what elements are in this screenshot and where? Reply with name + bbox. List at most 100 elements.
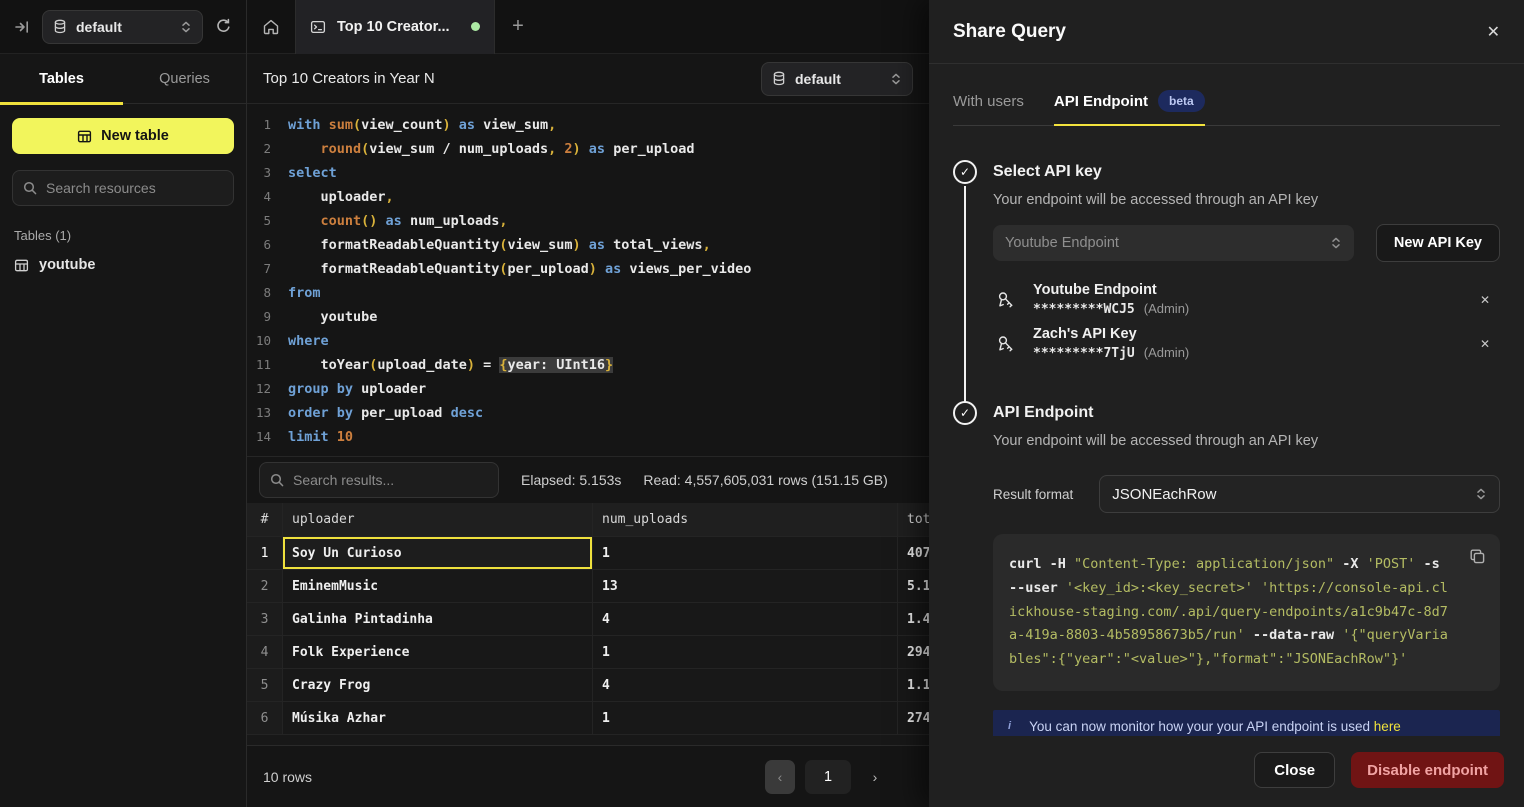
code-text: youtube — [288, 305, 377, 329]
table-grid-icon — [77, 129, 92, 144]
table-cell[interactable]: 1 — [593, 537, 898, 569]
select-api-key-description: Your endpoint will be accessed through a… — [993, 192, 1500, 208]
table-cell[interactable]: 4 — [593, 669, 898, 701]
previous-page-button[interactable]: ‹ — [765, 760, 795, 794]
result-format-select[interactable]: JSONEachRow — [1099, 475, 1500, 513]
chevron-updown-icon — [1475, 487, 1487, 501]
home-button[interactable] — [247, 0, 295, 54]
table-cell[interactable]: Folk Experience — [283, 636, 593, 668]
code-text: toYear(upload_date) = {year: UInt16} — [288, 353, 613, 377]
line-number: 7 — [247, 257, 271, 281]
database-selector[interactable]: default — [42, 10, 203, 44]
table-cell[interactable]: 294 — [898, 636, 929, 668]
line-number: 2 — [247, 137, 271, 161]
close-button[interactable]: Close — [1254, 752, 1335, 788]
share-panel-header: Share Query ✕ — [929, 0, 1524, 64]
table-cell[interactable]: Galinha Pintadinha — [283, 603, 593, 635]
table-cell[interactable]: 1 — [593, 636, 898, 668]
api-key-item: Youtube Endpoint *********WCJ5 (Admin) ✕ — [993, 279, 1500, 321]
terminal-icon — [310, 19, 326, 35]
results-footer: 10 rows ‹ 1 › — [247, 745, 929, 807]
line-number: 3 — [247, 161, 271, 185]
cell-value: 5.1 — [907, 579, 929, 594]
copy-icon[interactable] — [1469, 548, 1486, 565]
code-text: formatReadableQuantity(per_upload) as vi… — [288, 257, 751, 281]
remove-key-icon[interactable]: ✕ — [1472, 289, 1498, 311]
table-cell[interactable]: 13 — [593, 570, 898, 602]
table-cell[interactable]: 4 — [593, 603, 898, 635]
check-circle-icon: ✓ — [953, 401, 977, 425]
row-number: 4 — [247, 636, 283, 668]
cell-value: Músika Azhar — [292, 711, 386, 726]
code-text: where — [288, 329, 329, 353]
code-text: from — [288, 281, 321, 305]
table-cell[interactable]: EminemMusic — [283, 570, 593, 602]
table-cell[interactable]: 1.1 — [898, 669, 929, 701]
table-cell[interactable]: 1.4 — [898, 603, 929, 635]
result-format-value: JSONEachRow — [1112, 486, 1467, 503]
table-cell[interactable]: Músika Azhar — [283, 702, 593, 734]
remove-key-icon[interactable]: ✕ — [1472, 333, 1498, 355]
code-line: 12group by uploader — [247, 377, 929, 401]
table-cell[interactable]: 407 — [898, 537, 929, 569]
table-cell[interactable]: 5.1 — [898, 570, 929, 602]
new-api-key-button[interactable]: New API Key — [1376, 224, 1500, 262]
column-header-num-uploads[interactable]: num_uploads — [593, 503, 898, 536]
api-key-icon — [995, 333, 1017, 355]
share-panel-tabs: With users API Endpoint beta — [953, 90, 1500, 126]
new-table-label: New table — [101, 128, 169, 144]
tab-api-endpoint[interactable]: API Endpoint beta — [1054, 90, 1205, 125]
selected-cell[interactable]: Soy Un Curioso — [283, 537, 593, 569]
code-line: 13order by per_upload desc — [247, 401, 929, 425]
editor-database-selector[interactable]: default — [761, 62, 913, 96]
chevron-updown-icon — [890, 72, 902, 86]
column-header-index[interactable]: # — [247, 503, 283, 536]
disable-endpoint-button[interactable]: Disable endpoint — [1351, 752, 1504, 788]
sidebar-item-youtube-table[interactable]: youtube — [0, 251, 246, 279]
tab-with-users[interactable]: With users — [953, 90, 1024, 125]
cell-value: 407 — [907, 546, 929, 561]
code-line: 14limit 10 — [247, 425, 929, 449]
chevron-left-icon: ‹ — [778, 769, 783, 785]
row-number: 1 — [247, 537, 283, 569]
table-cell[interactable]: 274 — [898, 702, 929, 734]
api-key-select[interactable]: Youtube Endpoint — [993, 225, 1354, 261]
refresh-icon[interactable] — [215, 18, 232, 35]
tab-api-endpoint-label: API Endpoint — [1054, 93, 1148, 110]
cell-value: 1 — [602, 645, 610, 660]
cell-value: Folk Experience — [292, 645, 409, 660]
results-search-input[interactable] — [293, 472, 488, 488]
code-line: 8from — [247, 281, 929, 305]
new-tab-button[interactable]: + — [495, 0, 541, 54]
sql-editor[interactable]: 1with sum(view_count) as view_sum, 2 rou… — [247, 104, 929, 456]
close-icon[interactable]: ✕ — [1487, 22, 1500, 42]
results-toolbar: Elapsed: 5.153s Read: 4,557,605,031 rows… — [247, 456, 929, 503]
table-cell[interactable]: 1 — [593, 702, 898, 734]
resource-search-input[interactable] — [46, 180, 227, 196]
column-header-uploader[interactable]: uploader — [283, 503, 593, 536]
collapse-sidebar-icon[interactable] — [14, 19, 30, 35]
api-key-role: (Admin) — [1144, 344, 1190, 362]
column-header-total-views[interactable]: tot — [898, 503, 929, 536]
page-number[interactable]: 1 — [805, 760, 851, 794]
tab-queries[interactable]: Queries — [123, 54, 246, 103]
search-icon — [23, 181, 37, 195]
info-icon: i — [1008, 720, 1011, 732]
banner-here-link[interactable]: here — [1374, 719, 1401, 734]
next-page-button[interactable]: › — [861, 760, 889, 794]
new-table-button[interactable]: New table — [12, 118, 234, 154]
result-format-label: Result format — [993, 487, 1073, 502]
cell-value: 4 — [602, 612, 610, 627]
query-tab[interactable]: Top 10 Creator... — [295, 0, 495, 54]
beta-badge: beta — [1158, 90, 1205, 112]
read-stat: Read: 4,557,605,031 rows (151.15 GB) — [643, 472, 887, 488]
line-number: 1 — [247, 113, 271, 137]
row-number: 5 — [247, 669, 283, 701]
cell-value: Galinha Pintadinha — [292, 612, 433, 627]
table-grid-icon — [14, 258, 29, 273]
cell-value: 1.4 — [907, 612, 929, 627]
table-cell[interactable]: Crazy Frog — [283, 669, 593, 701]
line-number: 11 — [247, 353, 271, 377]
database-icon — [53, 19, 67, 34]
tab-tables[interactable]: Tables — [0, 54, 123, 103]
